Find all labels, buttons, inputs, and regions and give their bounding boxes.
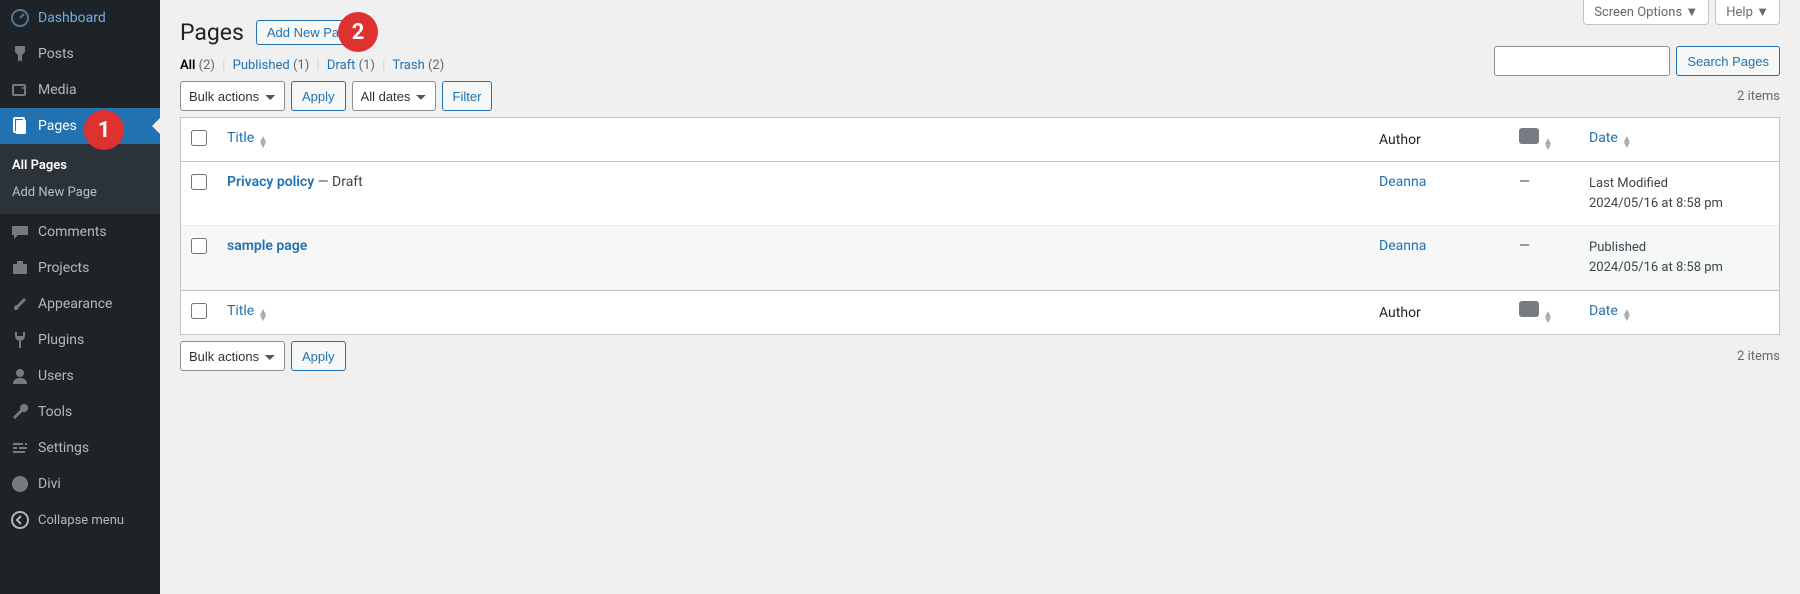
sidebar-item-media[interactable]: Media (0, 72, 160, 108)
sidebar-label: Divi (38, 476, 61, 492)
search-pages-button[interactable]: Search Pages (1676, 46, 1780, 76)
sidebar-item-projects[interactable]: Projects (0, 250, 160, 286)
row-comments: — (1509, 226, 1579, 290)
divi-icon (10, 474, 30, 494)
comment-icon (1519, 301, 1539, 317)
plug-icon (10, 330, 30, 350)
row-author-link[interactable]: Deanna (1379, 174, 1426, 190)
page-body: Screen Options ▼ Help ▼ Pages Add New Pa… (160, 0, 1800, 371)
filter-published[interactable]: Published (1) (233, 58, 310, 73)
sort-icon: ▲▼ (1543, 312, 1553, 324)
sliders-icon (10, 438, 30, 458)
row-date: Published2024/05/16 at 8:58 pm (1579, 226, 1779, 290)
search-input[interactable] (1494, 46, 1670, 76)
annotation-badge-1: 1 (84, 110, 124, 150)
pages-table: Title▲▼ Author ▲▼ Date▲▼ Privacy policy … (180, 117, 1780, 335)
sort-icon: ▲▼ (1543, 139, 1553, 151)
sidebar-item-divi[interactable]: Divi (0, 466, 160, 502)
annotation-badge-2: 2 (338, 12, 378, 52)
sidebar-label: Media (38, 82, 77, 98)
collapse-icon (10, 510, 30, 530)
column-comments[interactable]: ▲▼ (1509, 118, 1579, 162)
filter-all[interactable]: All (2) (180, 58, 215, 73)
date-filter-select[interactable]: All dates (352, 81, 436, 111)
column-author[interactable]: Author (1369, 118, 1509, 162)
pin-icon (10, 44, 30, 64)
comment-icon (10, 222, 30, 242)
row-date: Last Modified2024/05/16 at 8:58 pm (1579, 162, 1779, 226)
sidebar-label: Plugins (38, 332, 84, 348)
filter-draft[interactable]: Draft (1) (327, 58, 375, 73)
collapse-menu[interactable]: Collapse menu (0, 502, 160, 538)
sidebar-item-comments[interactable]: Comments (0, 214, 160, 250)
sort-icon: ▲▼ (1622, 137, 1632, 149)
sidebar-subitem-all-pages[interactable]: All Pages (0, 152, 160, 179)
sidebar-item-posts[interactable]: Posts (0, 36, 160, 72)
apply-bulk-top[interactable]: Apply (291, 81, 346, 111)
sidebar-label: Pages (38, 118, 77, 134)
row-checkbox[interactable] (191, 174, 207, 190)
dashboard-icon (10, 8, 30, 28)
tablenav-bottom: Bulk actions Apply 2 items (180, 341, 1780, 371)
sidebar-item-settings[interactable]: Settings (0, 430, 160, 466)
column-title-foot[interactable]: Title▲▼ (217, 290, 1369, 334)
filter-trash[interactable]: Trash (2) (392, 58, 444, 73)
column-author-foot[interactable]: Author (1369, 290, 1509, 334)
screen-meta-links: Screen Options ▼ Help ▼ (1583, 0, 1780, 25)
item-count-bottom: 2 items (1737, 349, 1780, 364)
column-comments-foot[interactable]: ▲▼ (1509, 290, 1579, 334)
select-all-bottom[interactable] (191, 303, 207, 319)
select-all-top[interactable] (191, 130, 207, 146)
column-date[interactable]: Date▲▼ (1579, 118, 1779, 162)
pages-icon (10, 116, 30, 136)
page-title: Pages (180, 19, 244, 46)
table-row: sample page Deanna — Published2024/05/16… (181, 226, 1779, 290)
sidebar-item-tools[interactable]: Tools (0, 394, 160, 430)
admin-sidebar: Dashboard Posts Media Pages All Pages Ad… (0, 0, 160, 594)
sidebar-submenu-pages: All Pages Add New Page (0, 144, 160, 214)
sidebar-subitem-add-new-page[interactable]: Add New Page (0, 179, 160, 206)
row-author-link[interactable]: Deanna (1379, 238, 1426, 254)
portfolio-icon (10, 258, 30, 278)
sidebar-label: Settings (38, 440, 89, 456)
tablenav-top: Bulk actions Apply All dates Filter 2 it… (180, 81, 1780, 111)
sort-icon: ▲▼ (1622, 310, 1632, 322)
sidebar-item-users[interactable]: Users (0, 358, 160, 394)
search-box: Search Pages (1494, 46, 1780, 76)
sidebar-item-dashboard[interactable]: Dashboard (0, 0, 160, 36)
sidebar-item-appearance[interactable]: Appearance (0, 286, 160, 322)
sidebar-label: Posts (38, 46, 74, 62)
wrench-icon (10, 402, 30, 422)
filter-button[interactable]: Filter (442, 81, 493, 111)
row-checkbox[interactable] (191, 238, 207, 254)
help-tab[interactable]: Help ▼ (1715, 0, 1780, 25)
apply-bulk-bottom[interactable]: Apply (291, 341, 346, 371)
item-count-top: 2 items (1737, 89, 1780, 104)
collapse-label: Collapse menu (38, 513, 124, 528)
row-comments: — (1509, 162, 1579, 226)
column-title[interactable]: Title▲▼ (217, 118, 1369, 162)
sort-icon: ▲▼ (258, 310, 268, 322)
sort-icon: ▲▼ (258, 137, 268, 149)
row-state: — Draft (314, 174, 363, 190)
comment-icon (1519, 128, 1539, 144)
media-icon (10, 80, 30, 100)
sidebar-item-plugins[interactable]: Plugins (0, 322, 160, 358)
bulk-action-select-bottom[interactable]: Bulk actions (180, 341, 285, 371)
sidebar-label: Projects (38, 260, 89, 276)
row-title-link[interactable]: sample page (227, 238, 307, 254)
sidebar-label: Appearance (38, 296, 112, 312)
brush-icon (10, 294, 30, 314)
bulk-action-select-top[interactable]: Bulk actions (180, 81, 285, 111)
sidebar-label: Dashboard (38, 10, 106, 26)
screen-options-tab[interactable]: Screen Options ▼ (1583, 0, 1709, 25)
row-title-link[interactable]: Privacy policy (227, 174, 314, 190)
sidebar-label: Comments (38, 224, 107, 240)
sidebar-label: Users (38, 368, 74, 384)
user-icon (10, 366, 30, 386)
sidebar-item-pages[interactable]: Pages (0, 108, 160, 144)
column-date-foot[interactable]: Date▲▼ (1579, 290, 1779, 334)
sidebar-label: Tools (38, 404, 72, 420)
table-row: Privacy policy — Draft Deanna — Last Mod… (181, 162, 1779, 226)
